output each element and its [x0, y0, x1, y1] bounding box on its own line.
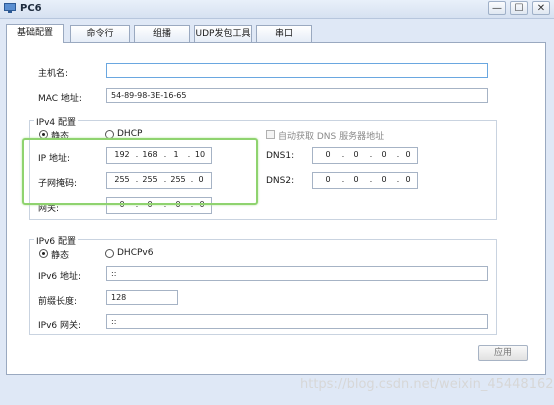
- tab-multicast[interactable]: 组播: [134, 25, 190, 42]
- dns2-octet: 0: [405, 175, 411, 184]
- dns1-label: DNS1:: [266, 151, 295, 161]
- tab-serial-port[interactable]: 串口: [256, 25, 312, 42]
- tab-udp-tool[interactable]: UDP发包工具: [194, 25, 252, 42]
- maximize-button[interactable]: ☐: [510, 1, 528, 15]
- dns1-octet: 0: [405, 150, 411, 159]
- close-button[interactable]: ✕: [532, 1, 550, 15]
- mac-address-field[interactable]: 54-89-98-3E-16-65: [106, 88, 488, 103]
- prefix-length-label: 前缀长度:: [38, 297, 78, 307]
- ipv6-static-radio[interactable]: [39, 249, 48, 258]
- dns1-octet: 0: [353, 150, 359, 159]
- dns2-octet: 0: [325, 175, 331, 184]
- dns1-octet: 0: [325, 150, 331, 159]
- status-bar: [0, 396, 554, 405]
- dns1-octet: 0: [381, 150, 387, 159]
- hostname-input[interactable]: [106, 63, 488, 78]
- title-bar: PC6 — ☐ ✕: [0, 0, 554, 19]
- window-title: PC6: [20, 3, 42, 14]
- ipv4-group-title: IPv4 配置: [34, 115, 78, 128]
- pc-icon: [4, 3, 16, 13]
- ipv6-dhcpv6-label: DHCPv6: [117, 248, 154, 258]
- auto-dns-label: 自动获取 DNS 服务器地址: [278, 132, 385, 142]
- ipv6-group-title: IPv6 配置: [34, 234, 78, 247]
- tab-command-line[interactable]: 命令行: [70, 25, 130, 42]
- ipv6-dhcpv6-radio[interactable]: [105, 249, 114, 258]
- mac-label: MAC 地址:: [38, 94, 82, 104]
- dns2-octet: 0: [353, 175, 359, 184]
- prefix-length-input[interactable]: 128: [106, 290, 178, 305]
- minimize-button[interactable]: —: [488, 1, 506, 15]
- dns2-label: DNS2:: [266, 176, 295, 186]
- highlight-box: [22, 138, 258, 205]
- ipv6-address-label: IPv6 地址:: [38, 272, 82, 282]
- ipv6-address-input[interactable]: ::: [106, 266, 488, 281]
- auto-dns-checkbox[interactable]: [266, 130, 275, 139]
- dns1-input[interactable]: 0. 0. 0. 0: [312, 147, 418, 164]
- ipv6-gateway-label: IPv6 网关:: [38, 321, 82, 331]
- ipv6-gateway-input[interactable]: ::: [106, 314, 488, 329]
- ipv6-static-label: 静态: [51, 251, 70, 261]
- apply-button[interactable]: 应用: [478, 345, 528, 361]
- hostname-label: 主机名:: [38, 69, 69, 79]
- dns2-input[interactable]: 0. 0. 0. 0: [312, 172, 418, 189]
- dns2-octet: 0: [381, 175, 387, 184]
- watermark: https://blog.csdn.net/weixin_45448162: [300, 377, 554, 392]
- tab-basic-config[interactable]: 基础配置: [6, 24, 64, 43]
